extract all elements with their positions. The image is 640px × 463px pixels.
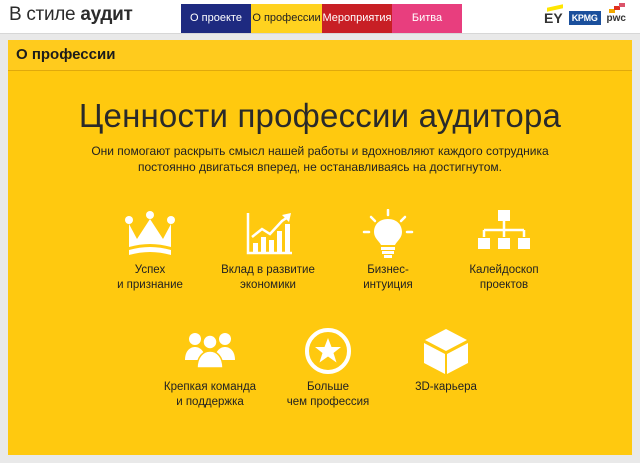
value-item-economy: Вклад в развитие экономики [198, 209, 338, 293]
value-label-projects: Калейдоскоп проектов [434, 263, 574, 293]
pwc-blocks-icon [608, 2, 625, 13]
label-line: Калейдоскоп [469, 264, 539, 276]
star-circle-icon [305, 328, 351, 374]
label-line: Вклад в развитие [221, 264, 315, 276]
label-line: проектов [479, 279, 529, 291]
panel-body: Ценности профессии аудитора Они помогают… [8, 71, 632, 455]
lightbulb-icon [362, 209, 414, 258]
main-nav: О проекте О профессии Мероприятия Битва [181, 4, 462, 33]
site-logo[interactable]: В стиле аудит [9, 4, 133, 26]
value-item-3d-career: 3D-карьера [376, 326, 516, 395]
value-label-economy: Вклад в развитие экономики [198, 263, 338, 293]
pwc-logo-text: pwc [606, 12, 626, 24]
pwc-logo[interactable]: pwc [606, 2, 626, 24]
ey-logo[interactable]: EY [544, 10, 563, 26]
team-icon [185, 333, 235, 369]
crown-icon [125, 211, 175, 255]
cube-icon [424, 329, 468, 374]
label-line: чем профессия [286, 396, 370, 408]
values-headline: Ценности профессии аудитора [78, 97, 562, 134]
label-line: 3D-карьера [415, 381, 477, 393]
value-label-3d-career: 3D-карьера [376, 380, 516, 395]
profession-panel: О профессии Ценности профессии аудитора … [8, 40, 632, 455]
partner-logos: EY KPMG pwc [544, 2, 626, 30]
tab-battle[interactable]: Битва [392, 4, 462, 33]
kpmg-logo[interactable]: KPMG [568, 11, 601, 25]
values-subtitle: Они помогают раскрыть смысл нашей работы… [91, 144, 549, 174]
hierarchy-icon [478, 210, 530, 249]
label-line: экономики [240, 279, 296, 291]
logo-word: аудит [80, 4, 133, 25]
top-bar: В стиле аудит О проекте О профессии Меро… [0, 0, 640, 34]
panel-title: О профессии [8, 40, 632, 71]
value-item-projects: Калейдоскоп проектов [434, 209, 574, 293]
growth-chart-icon [246, 213, 292, 255]
tab-about-project[interactable]: О проекте [181, 4, 251, 33]
tab-about-profession[interactable]: О профессии [251, 4, 322, 33]
logo-prefix: В стиле [9, 4, 76, 25]
tab-events[interactable]: Мероприятия [322, 4, 392, 33]
